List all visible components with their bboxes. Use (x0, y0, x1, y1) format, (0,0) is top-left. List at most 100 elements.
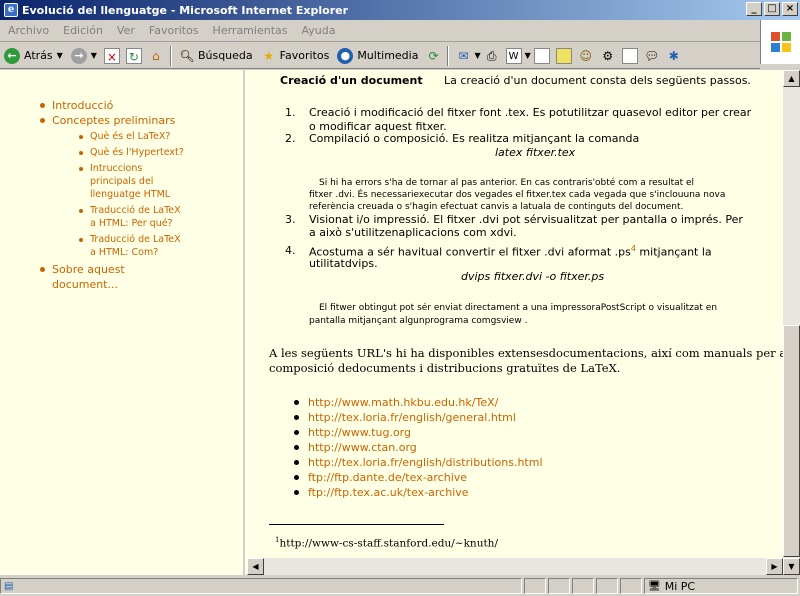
chat-icon[interactable]: 💬︎ (644, 48, 660, 64)
forward-button[interactable]: → ▼ (67, 45, 101, 67)
scroll-down-icon[interactable]: ▼ (783, 558, 800, 575)
gear-icon[interactable]: ⚙ (600, 48, 616, 64)
document-frame: Creació d'un document La creació d'un do… (247, 70, 783, 575)
stop-icon[interactable]: × (103, 47, 120, 64)
star-icon: ★ (263, 48, 275, 63)
back-button[interactable]: ← Atrás ▼ (0, 45, 67, 67)
chevron-down-icon[interactable]: ▼ (525, 51, 531, 60)
url-link[interactable]: http://www.math.hkbu.edu.hk/TeX/ (294, 396, 498, 409)
back-label: Atrás (24, 49, 53, 62)
nav-subitem[interactable]: Què és el LaTeX? (79, 130, 184, 143)
status-bar: ▤ 🖥︎ Mi PC (0, 576, 800, 596)
nav-item-sobre[interactable]: Sobre aquest document... (40, 262, 184, 292)
maximize-button[interactable]: □ (764, 2, 780, 16)
favorites-label: Favoritos (279, 49, 330, 62)
nav-item-conceptes[interactable]: Conceptes preliminars (40, 113, 184, 128)
note-text: Si hi ha errors s'ha de tornar al pas an… (319, 178, 695, 188)
home-icon[interactable]: ⌂ (148, 48, 164, 64)
step-text: Visionat i/o impressió. El fitxer .dvi p… (309, 213, 743, 226)
paragraph-text: A les següents URL's hi ha disponibles e… (269, 346, 783, 360)
step-text: Creació i modificació del fitxer font .t… (309, 106, 752, 119)
scroll-left-icon[interactable]: ◀ (247, 558, 264, 575)
zone-indicator: 🖥︎ Mi PC (644, 578, 798, 594)
back-arrow-icon: ← (4, 47, 20, 64)
url-link[interactable]: http://www.ctan.org (294, 441, 417, 454)
nav-frame: Introducció Conceptes preliminars Què és… (0, 70, 245, 575)
command-text: dvips fitxer.dvi -o fitxer.ps (461, 270, 605, 283)
step-text: a això s'utilitzenaplicacions com xdvi. (309, 226, 517, 239)
section-heading: Creació d'un document (280, 74, 423, 87)
edit-icon[interactable]: W (505, 47, 522, 64)
scroll-up-icon[interactable]: ▲ (783, 70, 800, 87)
footnote-divider (269, 524, 444, 525)
nav-sublist: Què és el LaTeX? Què és l'Hypertext? Int… (79, 130, 184, 259)
media-icon: ● (337, 47, 354, 64)
url-link[interactable]: ftp://ftp.tex.ac.uk/tex-archive (294, 486, 469, 499)
favorites-button[interactable]: ★ Favoritos (257, 45, 334, 67)
note-text: referència creuada o s'hagin efectuat ca… (309, 202, 684, 212)
computer-icon: 🖥︎ (648, 580, 661, 592)
search-icon: 🔍︎ (179, 48, 195, 63)
discuss-icon[interactable] (533, 47, 550, 64)
history-icon[interactable]: ⟳ (425, 48, 441, 64)
chevron-down-icon[interactable]: ▼ (474, 51, 480, 60)
mail-icon[interactable]: ✉ (455, 48, 471, 64)
title-bar: e Evolució del llenguatge - Microsoft In… (0, 0, 800, 20)
note-text: pantalla mitjançant algunprograma comgsv… (309, 316, 528, 326)
page-icon: ▤ (4, 580, 14, 592)
horizontal-scrollbar[interactable]: ◀ ▶ (247, 558, 783, 575)
chevron-down-icon[interactable]: ▼ (91, 51, 97, 60)
ie-icon: e (4, 3, 18, 17)
research-icon[interactable]: ✱ (666, 48, 682, 64)
nav-subitem[interactable]: Traducció de LaTeX a HTML: Per qué? (79, 204, 184, 230)
step-number: 4. (285, 244, 296, 257)
menu-ver[interactable]: Ver (110, 24, 142, 37)
step-number: 3. (285, 213, 296, 226)
toolbar: ← Atrás ▼ → ▼ × ↻ ⌂ 🔍︎ Búsqueda ★ Favori… (0, 43, 760, 69)
url-link[interactable]: http://tex.loria.fr/english/distribution… (294, 456, 543, 469)
menu-ayuda[interactable]: Ayuda (294, 24, 342, 37)
nav-item-introduccio[interactable]: Introducció (40, 98, 184, 113)
url-link[interactable]: http://tex.loria.fr/english/general.html (294, 411, 516, 424)
media-label: Multimedia (357, 49, 419, 62)
note-text: fitxer .dvi. És necessariexecutar dos ve… (309, 190, 726, 200)
note-text: El fitwer obtingut pot sér enviat direct… (319, 303, 718, 313)
close-button[interactable]: × (782, 2, 798, 16)
scroll-right-icon[interactable]: ▶ (766, 558, 783, 575)
search-button[interactable]: 🔍︎ Búsqueda (175, 45, 257, 67)
chevron-down-icon[interactable]: ▼ (57, 51, 63, 60)
menu-herramientas[interactable]: Herramientas (206, 24, 295, 37)
nav-subitem[interactable]: Intruccions principals del llenguatge HTML (79, 162, 184, 201)
step-text: Compilació o composició. Es realitza mit… (309, 132, 640, 145)
search-label: Búsqueda (197, 49, 253, 62)
messenger-icon[interactable]: ☺ (578, 48, 594, 64)
vertical-scrollbar[interactable]: ▲ ▼ (783, 70, 800, 575)
paragraph-text: composició dedocuments i distribucions g… (269, 361, 621, 375)
menu-favoritos[interactable]: Favoritos (142, 24, 206, 37)
menu-edicion[interactable]: Edición (56, 24, 110, 37)
step-text: utilitatdvips. (309, 257, 378, 270)
windows-logo (760, 20, 800, 64)
section-intro: La creació d'un document consta dels seg… (444, 74, 751, 87)
menu-archivo[interactable]: Archivo (0, 24, 56, 37)
content-area: Introducció Conceptes preliminars Què és… (0, 70, 783, 575)
nav-subitem[interactable]: Traducció de LaTeX a HTML: Com? (79, 233, 184, 259)
note-icon[interactable] (555, 47, 572, 64)
print-icon[interactable]: ⎙ (484, 48, 500, 64)
refresh-icon[interactable]: ↻ (125, 47, 142, 64)
window-title: Evolució del llenguatge - Microsoft Inte… (22, 3, 348, 17)
footnote-text: 1http://www-cs-staff.stanford.edu/~knuth… (275, 536, 498, 550)
step-number: 2. (285, 132, 296, 145)
command-text: latex fitxer.tex (495, 146, 576, 159)
step-number: 1. (285, 106, 296, 119)
window-icon[interactable] (621, 47, 638, 64)
minimize-button[interactable]: _ (746, 2, 762, 16)
nav-subitem[interactable]: Què és l'Hypertext? (79, 146, 184, 159)
menu-bar: Archivo Edición Ver Favoritos Herramient… (0, 20, 800, 42)
url-link[interactable]: ftp://ftp.dante.de/tex-archive (294, 471, 467, 484)
forward-arrow-icon: → (70, 47, 87, 64)
media-button[interactable]: ● Multimedia (333, 45, 422, 67)
url-link[interactable]: http://www.tug.org (294, 426, 411, 439)
nav-list: Introducció Conceptes preliminars Què és… (40, 98, 184, 292)
scroll-thumb[interactable] (783, 325, 800, 557)
